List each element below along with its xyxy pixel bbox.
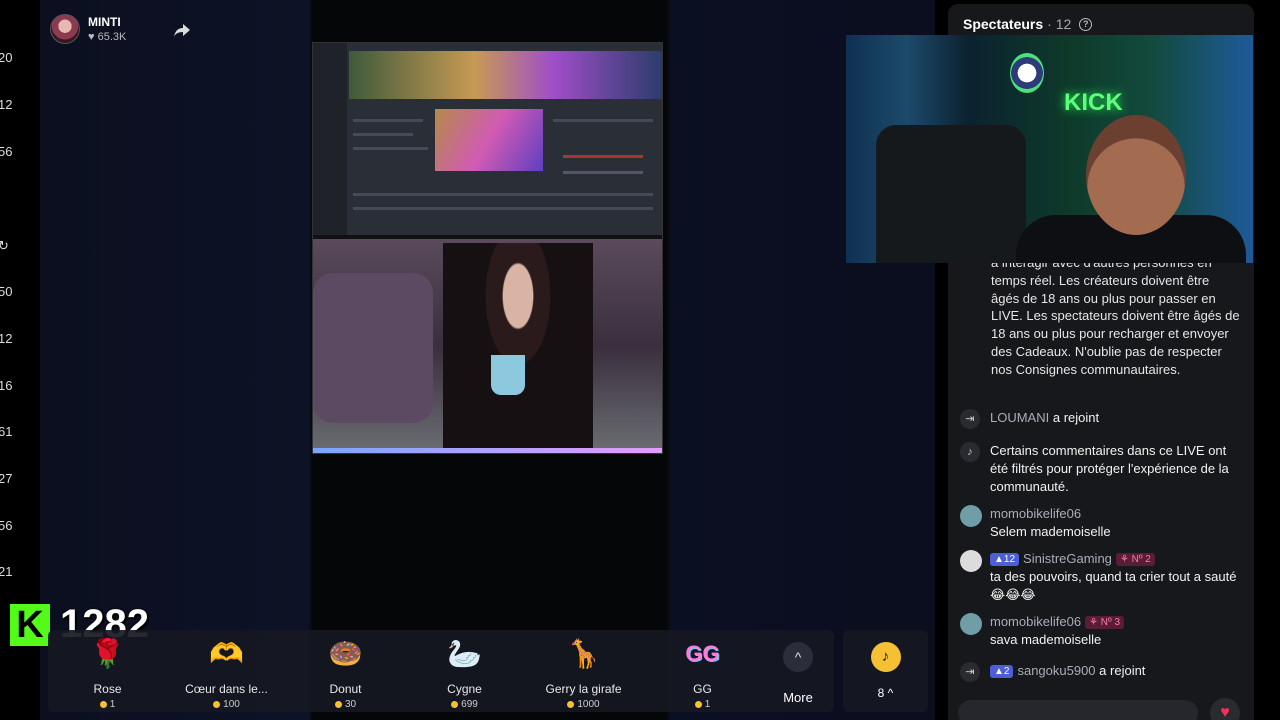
username[interactable]: LOUMANI [990,410,1049,425]
edge-number: 61 [0,424,13,439]
streamer-webcam-overlay: KICK [846,35,1253,263]
level-badge: ▲12 [990,553,1020,566]
scrollbar[interactable] [1266,0,1272,720]
coin-icon [451,701,459,708]
edge-number: 12 [0,331,13,346]
username[interactable]: sangoku5900 [1017,663,1095,678]
sticker-icon [1010,53,1044,93]
giraffe-icon: 🦒 [566,638,601,669]
message-text: Selem mademoiselle [990,523,1111,539]
comment-input[interactable] [958,700,1198,720]
gift-bar: 🌹 Rose 1 🫶 Cœur dans le... 100 🍩 Donut 3… [48,630,834,712]
heart-icon: ♥ [88,31,98,43]
edge-number: 56 [0,518,13,533]
edge-number: 27 [0,471,13,486]
host-info[interactable]: MINTI ♥ 65.3K [50,14,126,44]
gift-gg[interactable]: GG GG 1 [643,630,762,712]
host-name[interactable]: MINTI [88,15,126,29]
coin-icon [99,701,107,708]
heart-hands-icon: 🫶 [209,638,244,669]
coin-icon [694,701,702,708]
gift-cygne[interactable]: 🦢 Cygne 699 [405,630,524,712]
more-gifts-button[interactable]: ^ More [762,630,834,712]
viewer-count: · 12 [1047,16,1072,32]
tiktok-icon: ♪ [870,642,901,672]
tiktok-icon: ♪ [960,442,980,462]
edge-number: 16 [0,378,13,393]
username[interactable]: SinistreGaming [1023,551,1112,566]
level-badge: ▲2 [990,665,1014,678]
screen-capture [313,43,662,235]
help-icon[interactable]: ? [1079,17,1093,31]
gift-rose[interactable]: 🌹 Rose 1 [48,630,167,712]
chat-header[interactable]: Spectateurs · 12 ? [963,16,1093,32]
chat-title: Spectateurs [963,16,1044,32]
rank-badge: ⚘ Nº 2 [1115,553,1155,566]
gift-coeur[interactable]: 🫶 Cœur dans le... 100 [167,630,286,712]
chevron-up-icon: ^ [783,642,813,672]
swan-icon: 🦢 [447,638,482,669]
edge-number: 56 [0,144,13,159]
avatar[interactable] [960,550,982,572]
enter-icon: ⇥ [960,662,980,682]
filter-notice: Certains commentaires dans ce LIVE ont é… [990,443,1229,494]
host-avatar[interactable] [50,14,80,44]
left-edge-numbers: 20 12 56 ↻ 50 12 16 61 27 56 21 [0,0,14,600]
gift-donut[interactable]: 🍩 Donut 30 [286,630,405,712]
username[interactable]: momobikelife06 [990,505,1245,523]
rank-badge: ⚘ Nº 3 [1085,616,1125,629]
coin-icon [213,701,221,708]
coin-icon [334,701,342,708]
live-video[interactable] [312,42,663,454]
tiktok-coins-button[interactable]: ♪ 8 ^ [843,630,928,712]
avatar[interactable] [960,613,982,635]
system-message: a interagir avec d'autres personnes en t… [991,255,1240,377]
likes-count: 65.3K [97,31,127,43]
gg-icon: GG [685,641,720,666]
edge-number: 20 [0,50,13,65]
avatar[interactable] [960,505,982,527]
refresh-icon[interactable]: ↻ [0,238,9,254]
message-text: sava mademoiselle [990,631,1102,647]
edge-number: 50 [0,284,13,299]
message-text: ta des pouvoirs, quand ta crier tout a s… [990,568,1237,602]
edge-number: 21 [0,564,13,579]
username[interactable]: momobikelife06 [990,614,1081,629]
share-icon[interactable] [172,20,192,40]
edge-number: 12 [0,97,13,112]
enter-icon: ⇥ [960,409,980,429]
rose-icon: 🌹 [90,638,125,669]
chat-input-row: ♥ [948,694,1254,720]
gift-girafe[interactable]: 🦒 Gerry la girafe 1000 [524,630,643,712]
like-heart-icon[interactable]: ♥ [1210,698,1240,720]
kick-logo-icon: K [10,603,50,646]
donut-icon: 🍩 [328,638,363,669]
coin-icon [567,701,575,708]
host-likes: ♥ 65.3K [88,31,126,43]
